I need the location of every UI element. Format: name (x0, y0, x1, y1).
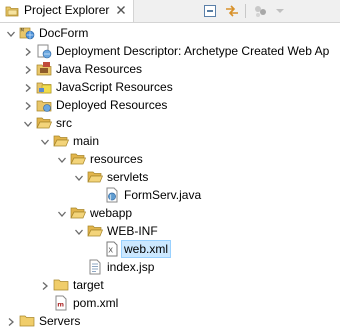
view-menu-icon[interactable] (272, 3, 288, 19)
tree-item-label: index.jsp (107, 260, 155, 274)
svg-text:X: X (108, 247, 113, 255)
chevron-down-icon[interactable] (74, 172, 84, 182)
folder-open-icon (87, 169, 104, 185)
folder-open-icon (70, 205, 87, 221)
view-tab-bar: Project Explorer (0, 0, 340, 23)
folder-open-icon (70, 151, 87, 167)
folder-icon (19, 313, 35, 329)
tab-project-explorer[interactable]: Project Explorer (0, 0, 134, 22)
tree-item[interactable]: main (0, 132, 340, 150)
tree-item-label: webapp (90, 206, 133, 220)
tree-item[interactable]: index.jsp (0, 258, 340, 276)
javascript-resources-icon (36, 79, 52, 95)
chevron-right-icon[interactable] (23, 82, 33, 92)
tree-item-label: JavaScript Resources (56, 80, 173, 94)
tree-item[interactable]: WEB-INF (0, 222, 340, 240)
chevron-right-icon[interactable] (23, 64, 33, 74)
java-file-icon: J (104, 187, 120, 203)
tree-item[interactable]: JavaScript Resources (0, 78, 340, 96)
deployment-descriptor-icon (36, 43, 52, 59)
collapse-all-icon[interactable] (202, 3, 218, 19)
chevron-down-icon[interactable] (57, 154, 67, 164)
link-with-editor-icon[interactable] (224, 3, 240, 19)
tree-item-label: target (73, 278, 104, 292)
web-project-icon: M (19, 25, 35, 41)
tree-item[interactable]: Deployed Resources (0, 96, 340, 114)
tree-item-label: Java Resources (56, 62, 143, 76)
tab-label: Project Explorer (24, 3, 110, 17)
folder-open-icon (87, 223, 104, 239)
tree-item-label: Deployed Resources (56, 98, 168, 112)
tree-item[interactable]: Servers (0, 312, 340, 330)
tree-item-label: main (73, 134, 100, 148)
tree-item[interactable]: J FormServ.java (0, 186, 340, 204)
project-explorer-icon (5, 6, 19, 17)
maven-pom-icon: m (53, 295, 69, 311)
close-icon[interactable] (114, 3, 128, 17)
tree-item-label: FormServ.java (124, 188, 202, 202)
tree-item[interactable]: Deployment Descriptor: Archetype Created… (0, 42, 340, 60)
toolbar-separator (245, 4, 246, 18)
tree-item[interactable]: Xweb.xml (0, 240, 340, 258)
tree-item[interactable]: servlets (0, 168, 340, 186)
svg-text:m: m (57, 301, 64, 309)
chevron-down-icon[interactable] (6, 28, 16, 38)
tree-item[interactable]: webapp (0, 204, 340, 222)
tree-item[interactable]: src (0, 114, 340, 132)
tree-item-label: Servers (39, 314, 81, 328)
filter-icon[interactable] (252, 3, 268, 19)
tree-item[interactable]: target (0, 276, 340, 294)
tree-item[interactable]: M DocForm (0, 24, 340, 42)
chevron-right-icon[interactable] (23, 46, 33, 56)
chevron-down-icon[interactable] (40, 136, 50, 146)
chevron-down-icon[interactable] (23, 118, 33, 128)
deployed-resources-icon (36, 97, 52, 113)
jsp-file-icon (87, 259, 103, 275)
folder-open-icon (53, 133, 70, 149)
folder-open-icon (36, 115, 53, 131)
chevron-right-icon[interactable] (6, 316, 16, 326)
tree-item-label: resources (90, 152, 143, 166)
tree-item-label: Deployment Descriptor: Archetype Created… (56, 44, 330, 58)
tree-item[interactable]: m pom.xml (0, 294, 340, 312)
java-resources-icon (36, 61, 52, 77)
chevron-down-icon[interactable] (74, 226, 84, 236)
chevron-down-icon[interactable] (57, 208, 67, 218)
svg-text:J: J (109, 194, 112, 201)
chevron-right-icon[interactable] (40, 280, 50, 290)
xml-file-icon: X (104, 241, 120, 257)
tree-item-label: web.xml (120, 240, 172, 258)
svg-text:M: M (21, 28, 25, 33)
tree-item-label: DocForm (39, 26, 89, 40)
tree-item[interactable]: Java Resources (0, 60, 340, 78)
tree-item-label: servlets (107, 170, 149, 184)
tree-item-label: WEB-INF (107, 224, 158, 238)
folder-icon (53, 277, 69, 293)
tree-item-label: src (56, 116, 72, 130)
tree-item[interactable]: resources (0, 150, 340, 168)
chevron-right-icon[interactable] (23, 100, 33, 110)
tree-item-label: pom.xml (73, 296, 119, 310)
